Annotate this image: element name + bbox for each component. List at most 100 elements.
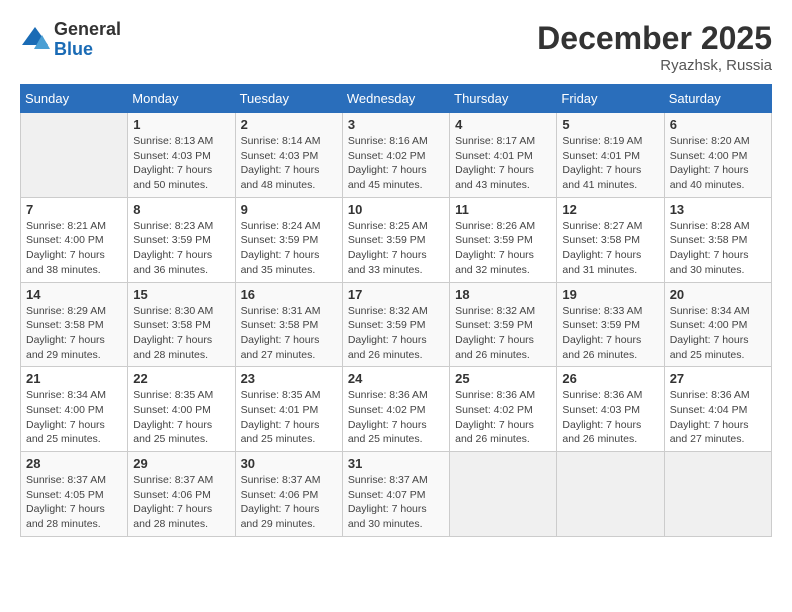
day-info: Sunrise: 8:21 AMSunset: 4:00 PMDaylight:… <box>26 219 122 278</box>
title-block: December 2025 Ryazhsk, Russia <box>537 20 772 74</box>
header-cell-tuesday: Tuesday <box>235 85 342 113</box>
day-info: Sunrise: 8:19 AMSunset: 4:01 PMDaylight:… <box>562 134 658 193</box>
day-info: Sunrise: 8:33 AMSunset: 3:59 PMDaylight:… <box>562 304 658 363</box>
month-title: December 2025 <box>537 20 772 57</box>
day-info: Sunrise: 8:36 AMSunset: 4:04 PMDaylight:… <box>670 388 766 447</box>
day-number: 31 <box>348 456 444 471</box>
day-number: 29 <box>133 456 229 471</box>
day-number: 6 <box>670 117 766 132</box>
calendar-cell: 21Sunrise: 8:34 AMSunset: 4:00 PMDayligh… <box>21 367 128 452</box>
calendar-body: 1Sunrise: 8:13 AMSunset: 4:03 PMDaylight… <box>21 113 772 537</box>
day-number: 14 <box>26 287 122 302</box>
calendar-cell: 31 Sunrise: 8:37 AMSunset: 4:07 PMDayligh… <box>342 452 449 537</box>
day-info: Sunrise: 8:20 AMSunset: 4:00 PMDaylight:… <box>670 134 766 193</box>
day-info: Sunrise: 8:17 AMSunset: 4:01 PMDaylight:… <box>455 134 551 193</box>
day-info: Sunrise: 8:14 AMSunset: 4:03 PMDaylight:… <box>241 134 337 193</box>
header-cell-thursday: Thursday <box>450 85 557 113</box>
calendar-cell: 10 Sunrise: 8:25 AMSunset: 3:59 PMDayligh… <box>342 197 449 282</box>
day-info: Sunrise: 8:25 AMSunset: 3:59 PMDaylight:… <box>348 219 444 278</box>
calendar-cell: 14Sunrise: 8:29 AMSunset: 3:58 PMDayligh… <box>21 282 128 367</box>
day-number: 24 <box>348 371 444 386</box>
calendar-cell: 13 Sunrise: 8:28 AMSunset: 3:58 PMDayligh… <box>664 197 771 282</box>
day-info: Sunrise: 8:36 AMSunset: 4:02 PMDaylight:… <box>455 388 551 447</box>
calendar-cell: 12 Sunrise: 8:27 AMSunset: 3:58 PMDayligh… <box>557 197 664 282</box>
calendar-cell: 20Sunrise: 8:34 AMSunset: 4:00 PMDayligh… <box>664 282 771 367</box>
calendar-cell: 24 Sunrise: 8:36 AMSunset: 4:02 PMDayligh… <box>342 367 449 452</box>
calendar-cell: 11 Sunrise: 8:26 AMSunset: 3:59 PMDayligh… <box>450 197 557 282</box>
day-number: 26 <box>562 371 658 386</box>
day-info: Sunrise: 8:27 AMSunset: 3:58 PMDaylight:… <box>562 219 658 278</box>
calendar-cell: 5 Sunrise: 8:19 AMSunset: 4:01 PMDaylight… <box>557 113 664 198</box>
calendar-week-1: 7Sunrise: 8:21 AMSunset: 4:00 PMDaylight… <box>21 197 772 282</box>
day-info: Sunrise: 8:23 AMSunset: 3:59 PMDaylight:… <box>133 219 229 278</box>
day-info: Sunrise: 8:30 AMSunset: 3:58 PMDaylight:… <box>133 304 229 363</box>
day-info: Sunrise: 8:31 AMSunset: 3:58 PMDaylight:… <box>241 304 337 363</box>
day-number: 1 <box>133 117 229 132</box>
day-info: Sunrise: 8:26 AMSunset: 3:59 PMDaylight:… <box>455 219 551 278</box>
calendar-cell: 18 Sunrise: 8:32 AMSunset: 3:59 PMDayligh… <box>450 282 557 367</box>
day-number: 15 <box>133 287 229 302</box>
day-number: 12 <box>562 202 658 217</box>
calendar-cell <box>21 113 128 198</box>
day-info: Sunrise: 8:37 AMSunset: 4:06 PMDaylight:… <box>133 473 229 532</box>
calendar-cell: 30 Sunrise: 8:37 AMSunset: 4:06 PMDayligh… <box>235 452 342 537</box>
calendar-cell: 19 Sunrise: 8:33 AMSunset: 3:59 PMDayligh… <box>557 282 664 367</box>
location: Ryazhsk, Russia <box>537 57 772 74</box>
calendar-cell: 29 Sunrise: 8:37 AMSunset: 4:06 PMDayligh… <box>128 452 235 537</box>
day-number: 27 <box>670 371 766 386</box>
day-info: Sunrise: 8:37 AMSunset: 4:07 PMDaylight:… <box>348 473 444 532</box>
day-number: 11 <box>455 202 551 217</box>
day-number: 17 <box>348 287 444 302</box>
header-cell-wednesday: Wednesday <box>342 85 449 113</box>
calendar-cell: 7Sunrise: 8:21 AMSunset: 4:00 PMDaylight… <box>21 197 128 282</box>
day-info: Sunrise: 8:28 AMSunset: 3:58 PMDaylight:… <box>670 219 766 278</box>
day-number: 3 <box>348 117 444 132</box>
day-info: Sunrise: 8:32 AMSunset: 3:59 PMDaylight:… <box>455 304 551 363</box>
day-info: Sunrise: 8:37 AMSunset: 4:06 PMDaylight:… <box>241 473 337 532</box>
calendar-week-4: 28Sunrise: 8:37 AMSunset: 4:05 PMDayligh… <box>21 452 772 537</box>
calendar-cell: 25 Sunrise: 8:36 AMSunset: 4:02 PMDayligh… <box>450 367 557 452</box>
calendar-cell: 26 Sunrise: 8:36 AMSunset: 4:03 PMDayligh… <box>557 367 664 452</box>
day-info: Sunrise: 8:35 AMSunset: 4:01 PMDaylight:… <box>241 388 337 447</box>
day-number: 18 <box>455 287 551 302</box>
day-info: Sunrise: 8:16 AMSunset: 4:02 PMDaylight:… <box>348 134 444 193</box>
day-number: 10 <box>348 202 444 217</box>
logo: General Blue <box>20 20 121 60</box>
header-cell-sunday: Sunday <box>21 85 128 113</box>
logo-icon <box>20 25 50 55</box>
day-number: 19 <box>562 287 658 302</box>
header-cell-saturday: Saturday <box>664 85 771 113</box>
header-cell-monday: Monday <box>128 85 235 113</box>
header-cell-friday: Friday <box>557 85 664 113</box>
calendar-cell <box>450 452 557 537</box>
calendar-cell <box>664 452 771 537</box>
calendar-header: SundayMondayTuesdayWednesdayThursdayFrid… <box>21 85 772 113</box>
day-number: 13 <box>670 202 766 217</box>
day-number: 8 <box>133 202 229 217</box>
calendar-cell: 28Sunrise: 8:37 AMSunset: 4:05 PMDayligh… <box>21 452 128 537</box>
calendar-cell: 1Sunrise: 8:13 AMSunset: 4:03 PMDaylight… <box>128 113 235 198</box>
day-info: Sunrise: 8:36 AMSunset: 4:03 PMDaylight:… <box>562 388 658 447</box>
calendar-cell: 2 Sunrise: 8:14 AMSunset: 4:03 PMDaylight… <box>235 113 342 198</box>
day-number: 25 <box>455 371 551 386</box>
day-info: Sunrise: 8:24 AMSunset: 3:59 PMDaylight:… <box>241 219 337 278</box>
day-info: Sunrise: 8:34 AMSunset: 4:00 PMDaylight:… <box>670 304 766 363</box>
calendar-cell: 3 Sunrise: 8:16 AMSunset: 4:02 PMDaylight… <box>342 113 449 198</box>
day-number: 4 <box>455 117 551 132</box>
day-number: 22 <box>133 371 229 386</box>
logo-text: General Blue <box>54 20 121 60</box>
calendar-cell: 17 Sunrise: 8:32 AMSunset: 3:59 PMDayligh… <box>342 282 449 367</box>
day-info: Sunrise: 8:37 AMSunset: 4:05 PMDaylight:… <box>26 473 122 532</box>
day-number: 23 <box>241 371 337 386</box>
day-number: 2 <box>241 117 337 132</box>
calendar-cell: 27 Sunrise: 8:36 AMSunset: 4:04 PMDayligh… <box>664 367 771 452</box>
logo-general: General <box>54 20 121 40</box>
calendar-cell: 23 Sunrise: 8:35 AMSunset: 4:01 PMDayligh… <box>235 367 342 452</box>
calendar-cell: 15 Sunrise: 8:30 AMSunset: 3:58 PMDayligh… <box>128 282 235 367</box>
calendar-table: SundayMondayTuesdayWednesdayThursdayFrid… <box>20 84 772 537</box>
day-number: 5 <box>562 117 658 132</box>
calendar-cell: 8 Sunrise: 8:23 AMSunset: 3:59 PMDaylight… <box>128 197 235 282</box>
day-number: 30 <box>241 456 337 471</box>
day-info: Sunrise: 8:36 AMSunset: 4:02 PMDaylight:… <box>348 388 444 447</box>
day-info: Sunrise: 8:32 AMSunset: 3:59 PMDaylight:… <box>348 304 444 363</box>
